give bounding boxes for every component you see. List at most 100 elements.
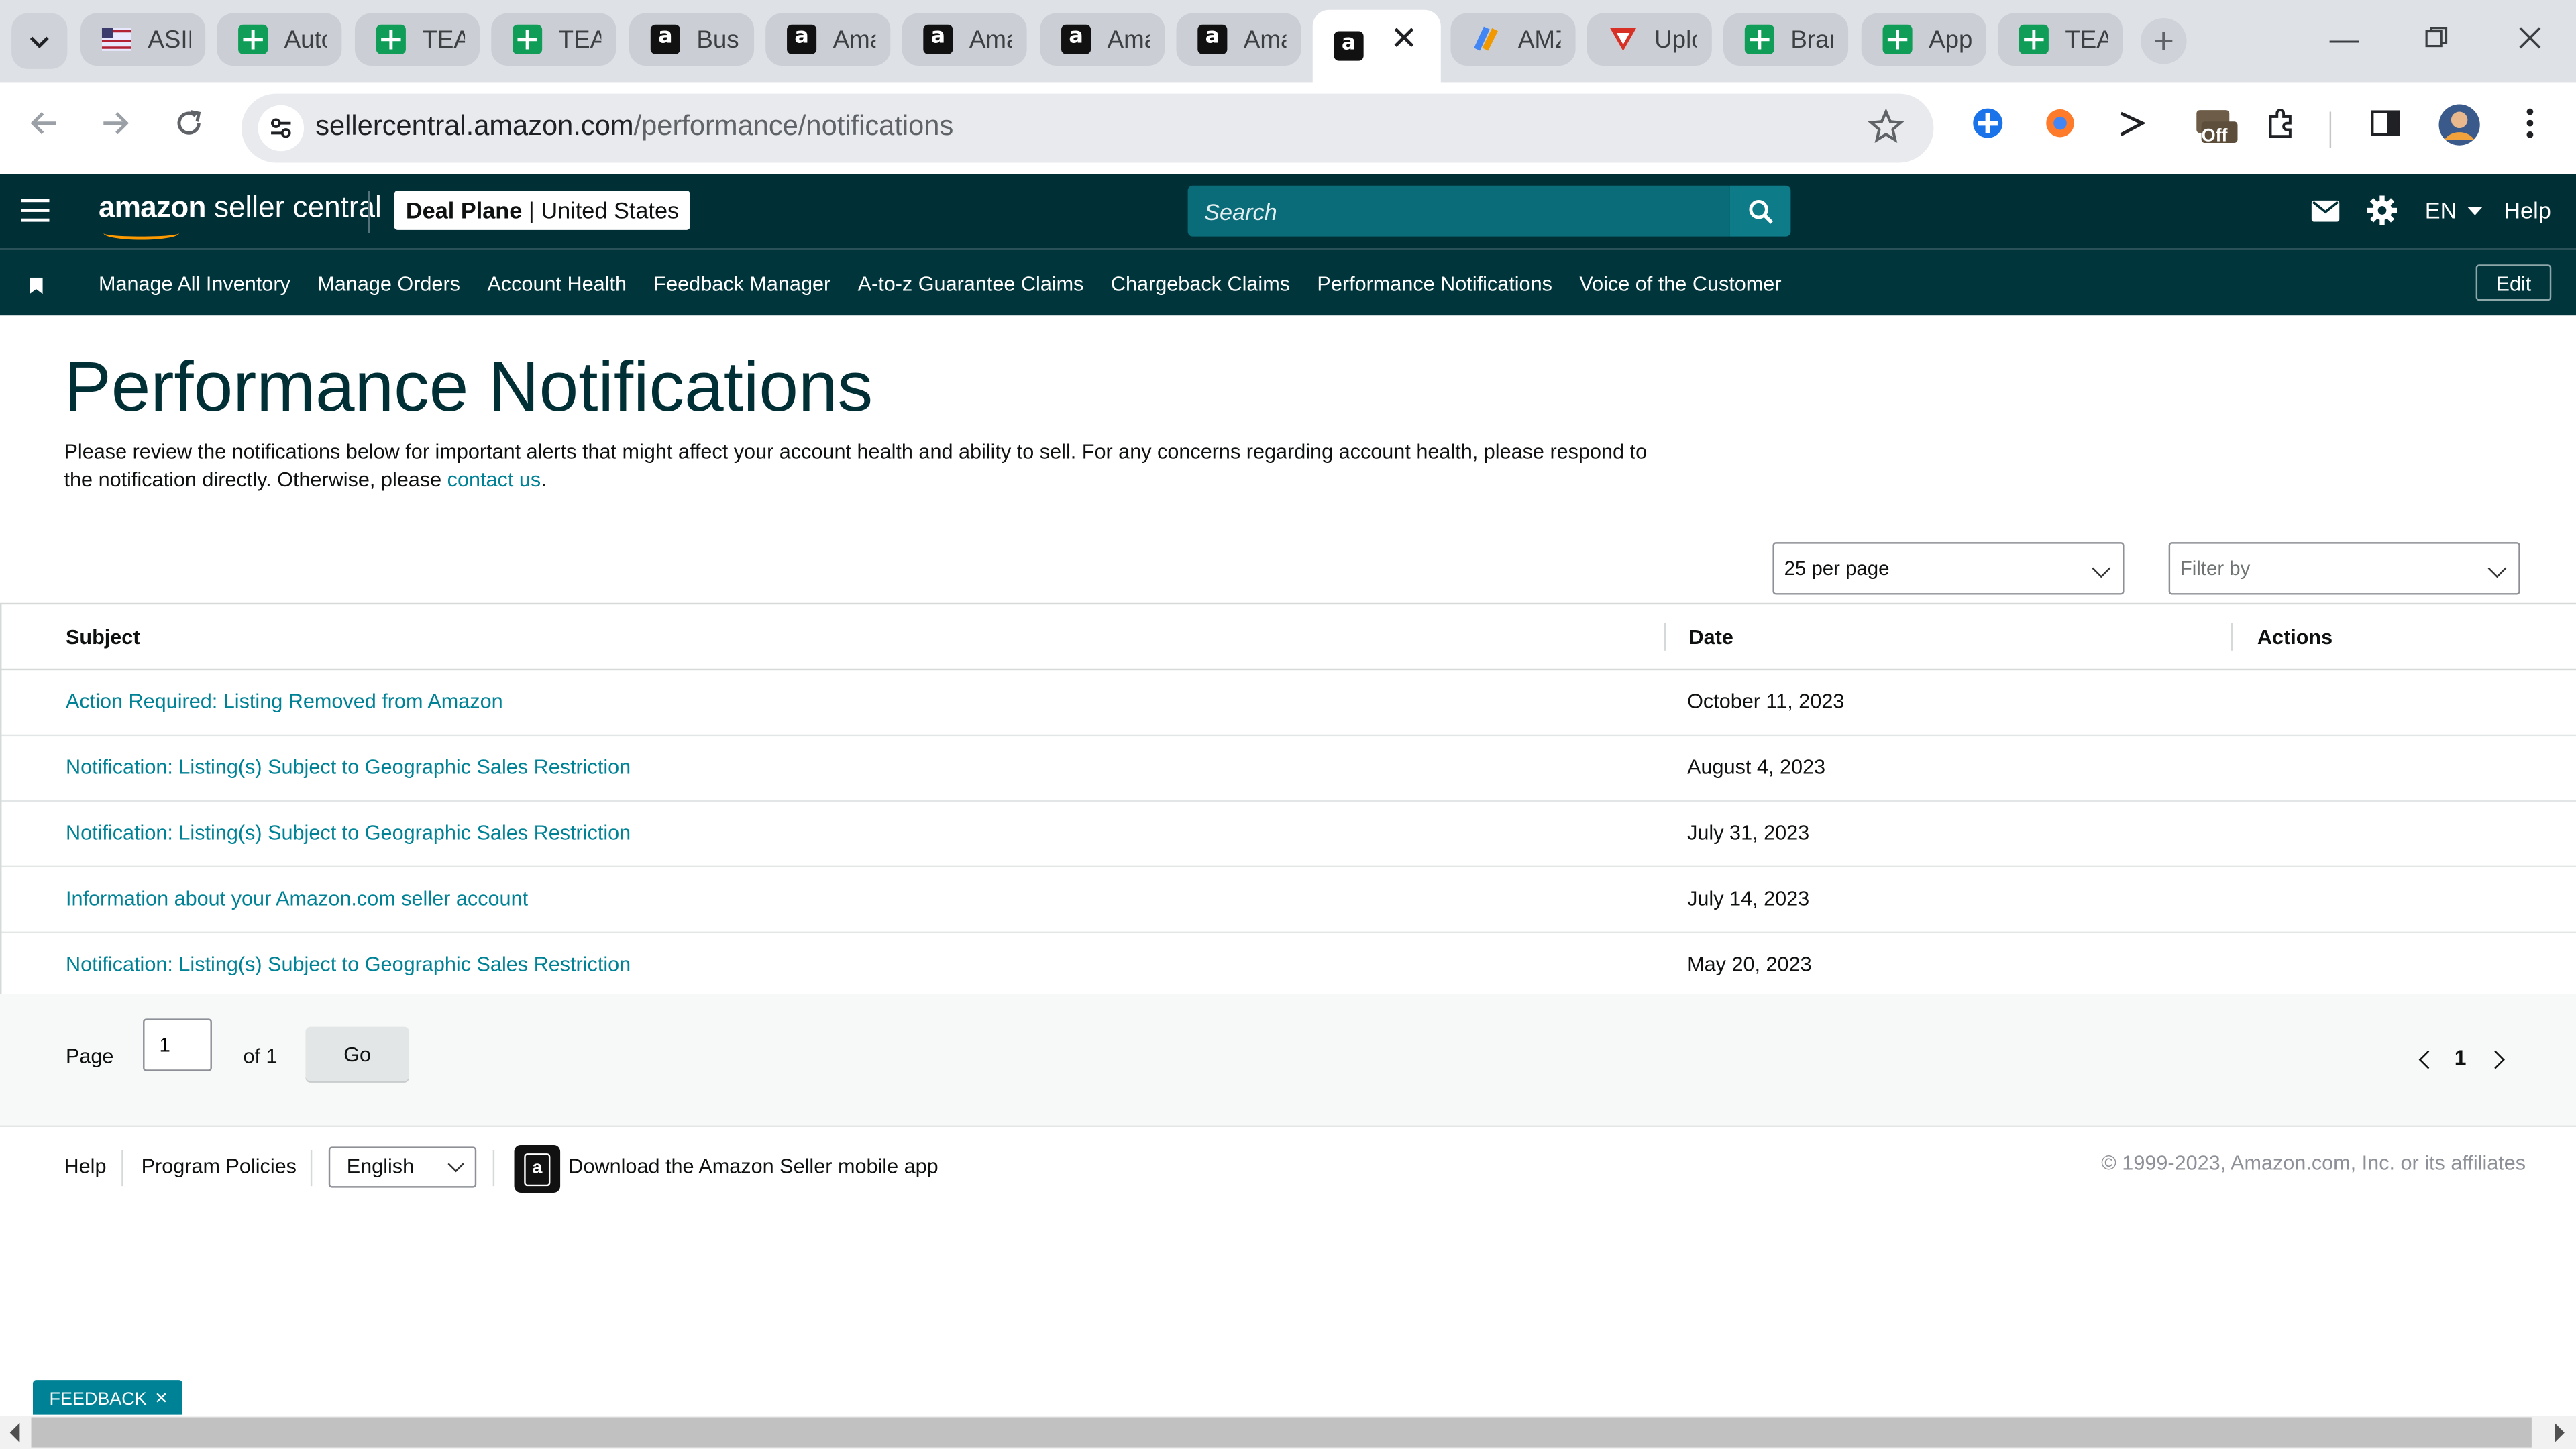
bookmark-star-button[interactable] xyxy=(1868,108,1904,152)
nav-item[interactable]: Voice of the Customer xyxy=(1579,250,1781,315)
tab-close-icon[interactable]: ✕ xyxy=(1390,23,1417,56)
sheets-icon xyxy=(1744,24,1774,54)
seller-central-logo[interactable]: amazon seller central xyxy=(99,191,382,240)
browser-tab[interactable]: TEAM xyxy=(354,13,480,66)
footer-divider xyxy=(492,1150,495,1187)
footer-divider xyxy=(310,1150,313,1187)
program-policies-link[interactable]: Program Policies xyxy=(142,1155,297,1178)
download-app-link[interactable]: Download the Amazon Seller mobile app xyxy=(568,1155,938,1178)
nav-item[interactable]: Manage All Inventory xyxy=(99,250,290,315)
profile-avatar[interactable] xyxy=(2438,103,2481,146)
search-button[interactable] xyxy=(1729,185,1791,237)
nav-item[interactable]: Performance Notifications xyxy=(1317,250,1552,315)
amazon-smile-icon xyxy=(103,227,179,240)
page-number-input[interactable] xyxy=(143,1018,212,1071)
browser-tab[interactable]: App xyxy=(1861,13,1986,66)
extensions-button[interactable] xyxy=(2261,103,2300,143)
notification-subject-link[interactable]: Action Required: Listing Removed from Am… xyxy=(66,670,503,735)
per-page-select[interactable]: 25 per page xyxy=(1772,542,2125,595)
help-link[interactable]: Help xyxy=(2504,197,2551,223)
next-page-icon[interactable] xyxy=(2486,1050,2505,1069)
reload-button[interactable] xyxy=(168,107,211,150)
browser-tab[interactable]: a ✕ xyxy=(1312,9,1441,83)
minimize-button[interactable]: — xyxy=(2324,19,2364,59)
tab-title: Ama xyxy=(833,25,876,54)
nav-item[interactable]: Feedback Manager xyxy=(653,250,830,315)
toolbar-divider xyxy=(2329,111,2332,148)
nav-item[interactable]: Chargeback Claims xyxy=(1111,250,1290,315)
extension-badge: Off xyxy=(2201,126,2228,146)
filter-select[interactable]: Filter by xyxy=(2168,542,2520,595)
column-header-subject[interactable]: Subject xyxy=(66,604,140,669)
go-button[interactable]: Go xyxy=(305,1026,409,1081)
close-window-button[interactable] xyxy=(2510,19,2550,59)
language-dropdown[interactable]: EN xyxy=(2425,197,2483,223)
notification-subject-link[interactable]: Notification: Listing(s) Subject to Geog… xyxy=(66,933,631,998)
browser-tab[interactable]: Bran xyxy=(1723,13,1849,66)
restore-button[interactable] xyxy=(2416,19,2456,59)
notification-subject-link[interactable]: Notification: Listing(s) Subject to Geog… xyxy=(66,736,631,800)
footer-help-link[interactable]: Help xyxy=(64,1155,107,1178)
account-separator: | xyxy=(528,197,541,224)
intro-text: Please review the notifications below fo… xyxy=(64,440,1648,491)
browser-tab[interactable]: Auto xyxy=(217,13,342,66)
upload-icon xyxy=(1609,25,1638,54)
scroll-right-icon[interactable] xyxy=(2555,1422,2565,1443)
extension-2-button[interactable] xyxy=(2041,103,2080,143)
feedback-close-icon[interactable]: × xyxy=(155,1385,168,1409)
browser-tab[interactable]: Uplo xyxy=(1587,13,1712,66)
amazon-icon: a xyxy=(650,24,680,54)
seller-search-box xyxy=(1187,185,1730,237)
nav-item[interactable]: A-to-z Guarantee Claims xyxy=(858,250,1084,315)
extension-1-button[interactable] xyxy=(1968,103,2008,143)
messages-button[interactable] xyxy=(2311,200,2340,227)
site-info-button[interactable] xyxy=(258,105,305,152)
bookmark-button[interactable] xyxy=(30,273,43,303)
page-intro: Please review the notifications below fo… xyxy=(64,439,1658,493)
nav-item[interactable]: Manage Orders xyxy=(317,250,460,315)
edit-nav-button[interactable]: Edit xyxy=(2475,264,2552,301)
browser-tab[interactable]: a Ama xyxy=(902,13,1027,66)
settings-button[interactable] xyxy=(2367,195,2398,229)
notification-subject-link[interactable]: Notification: Listing(s) Subject to Geog… xyxy=(66,802,631,866)
seller-central-header: amazon seller central Deal Plane | Unite… xyxy=(0,174,2576,250)
browser-tab[interactable]: AMZ xyxy=(1450,13,1576,66)
nav-item[interactable]: Account Health xyxy=(487,250,627,315)
column-header-date[interactable]: Date xyxy=(1689,604,1733,669)
notification-date: July 14, 2023 xyxy=(1687,887,1810,910)
browser-tab[interactable]: a Busi xyxy=(629,13,755,66)
previous-page-icon[interactable] xyxy=(2418,1050,2438,1069)
caret-down-icon xyxy=(2468,207,2483,216)
mail-icon xyxy=(2311,200,2340,222)
extension-3-button[interactable] xyxy=(2112,103,2152,143)
browser-menu-button[interactable] xyxy=(2510,103,2550,143)
forward-button[interactable] xyxy=(94,107,137,150)
account-switcher[interactable]: Deal Plane | United States xyxy=(394,191,691,230)
tab-title: Busi xyxy=(696,25,739,54)
scrollbar-thumb[interactable] xyxy=(31,1417,2532,1448)
browser-tab[interactable]: a Ama xyxy=(1176,13,1301,66)
close-icon xyxy=(2519,27,2541,49)
side-panel-button[interactable] xyxy=(2366,103,2406,143)
search-input[interactable] xyxy=(1187,185,1730,237)
notification-subject-link[interactable]: Information about your Amazon.com seller… xyxy=(66,867,528,932)
browser-tab[interactable]: ASIN xyxy=(80,13,206,66)
footer-language-select[interactable]: English xyxy=(328,1146,477,1188)
scroll-left-icon[interactable] xyxy=(9,1422,20,1443)
feedback-button[interactable]: FEEDBACK × xyxy=(32,1380,182,1415)
current-page-number[interactable]: 1 xyxy=(2455,1045,2467,1070)
hamburger-menu-button[interactable] xyxy=(21,199,50,222)
browser-tab[interactable]: TEAM xyxy=(491,13,616,66)
extension-off-button[interactable]: Off xyxy=(2190,103,2239,146)
seller-app-icon[interactable]: a xyxy=(514,1144,561,1193)
tab-search-button[interactable] xyxy=(11,13,68,69)
header-divider xyxy=(368,191,370,233)
address-bar[interactable]: sellercentral.amazon.com/performance/not… xyxy=(241,93,1934,163)
browser-tab[interactable]: TEAM xyxy=(1997,13,2123,66)
new-tab-button[interactable]: + xyxy=(2141,17,2187,64)
browser-tab[interactable]: a Ama xyxy=(1040,13,1165,66)
back-button[interactable] xyxy=(23,107,66,150)
horizontal-scrollbar[interactable] xyxy=(0,1416,2576,1449)
browser-tab[interactable]: a Ama xyxy=(765,13,891,66)
contact-us-link[interactable]: contact us xyxy=(447,468,541,490)
